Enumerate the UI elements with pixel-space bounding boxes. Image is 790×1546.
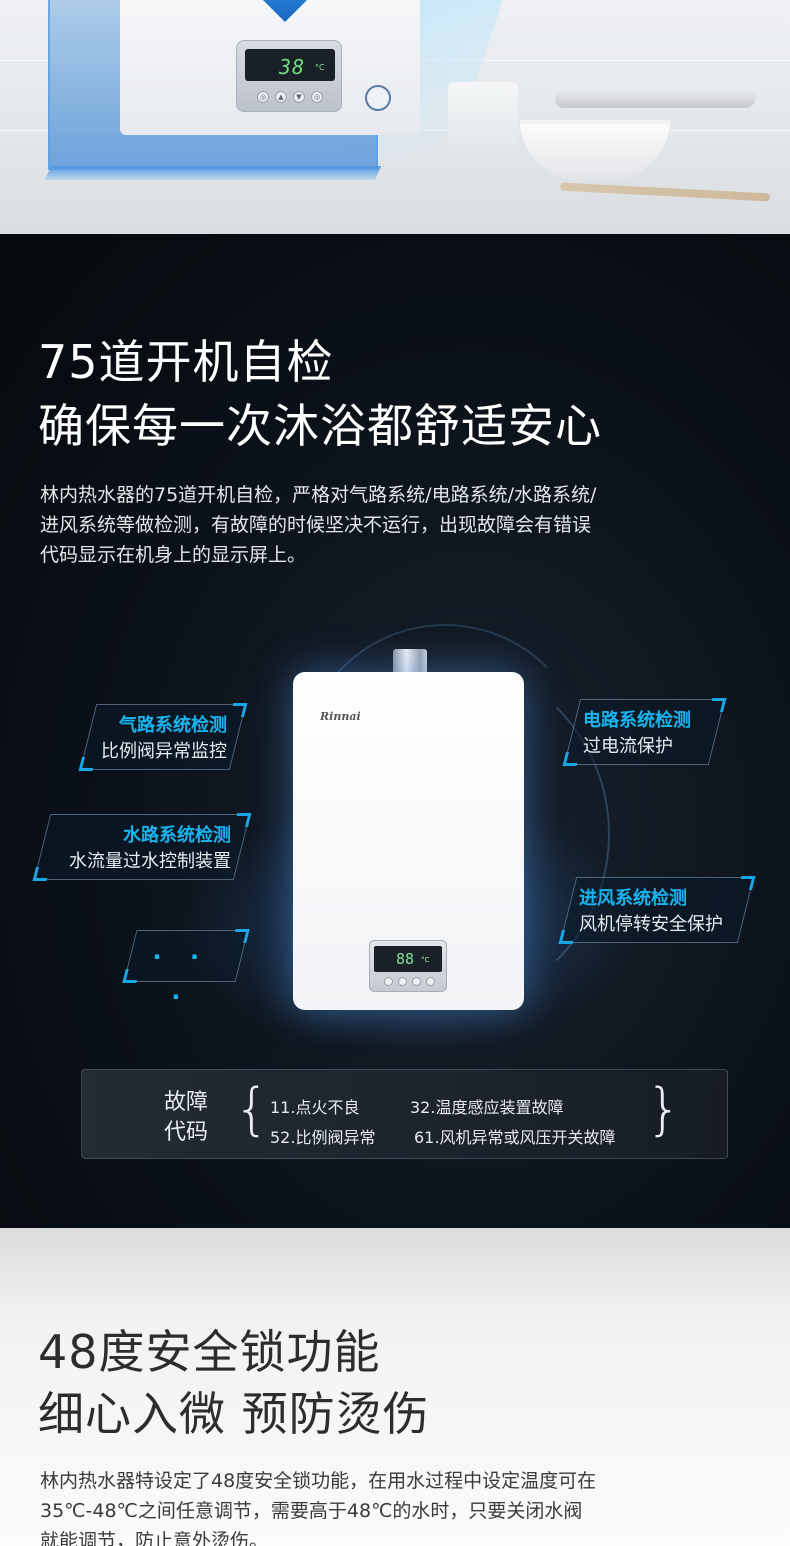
control-panel: 38 °C ◎ ▲ ▼ ◎ bbox=[236, 40, 342, 112]
panel-buttons: ◎ ▲ ▼ ◎ bbox=[257, 91, 323, 103]
description-line: 林内热水器特设定了48度安全锁功能，在用水过程中设定温度可在 bbox=[40, 1470, 597, 1492]
display-unit: °C bbox=[315, 63, 325, 72]
tag-subtitle: 风机停转安全保护 bbox=[579, 914, 723, 935]
fault-code-item: 11.点火不良 bbox=[270, 1098, 360, 1117]
section-title-line1: 75道开机自检 bbox=[38, 335, 334, 389]
bathroom-hero-section: 38 °C ◎ ▲ ▼ ◎ bbox=[0, 0, 790, 234]
basin-image bbox=[520, 120, 670, 180]
tag-title: 水路系统检测 bbox=[123, 825, 231, 846]
right-brace: } bbox=[646, 1077, 682, 1142]
display-temperature: 88 bbox=[396, 950, 415, 968]
panel-button: ◎ bbox=[257, 91, 269, 103]
certification-badge-icon bbox=[365, 85, 391, 111]
glass-box-base bbox=[44, 166, 382, 180]
panel-button-icon bbox=[384, 977, 393, 986]
fault-code-label: 故障 代码 bbox=[164, 1088, 220, 1148]
panel-buttons bbox=[384, 977, 435, 986]
protective-glass-box: 38 °C ◎ ▲ ▼ ◎ bbox=[44, 0, 420, 180]
water-heater-product: Rinnai 88 °C bbox=[293, 672, 524, 1010]
panel-button-icon bbox=[412, 977, 421, 986]
tag-title: 电路系统检测 bbox=[583, 710, 691, 731]
section-description: 林内热水器的75道开机自检，严格对气路系统/电路系统/水路系统/ 进风系统等做检… bbox=[40, 480, 740, 570]
towel-image bbox=[448, 82, 518, 168]
panel-button-icon bbox=[426, 977, 435, 986]
feature-tag-air: 进风系统检测 风机停转安全保护 bbox=[558, 876, 756, 944]
fault-code-bar: 故障 代码 { 11.点火不良 32.温度感应装置故障 52.比例阀异常 61.… bbox=[81, 1069, 728, 1159]
tag-subtitle: 比例阀异常监控 bbox=[101, 741, 227, 762]
fault-code-item: 52.比例阀异常 bbox=[270, 1128, 376, 1147]
description-line: 就能调节，防止意外烫伤。 bbox=[40, 1530, 269, 1546]
panel-button: ◎ bbox=[311, 91, 323, 103]
panel-button: ▲ bbox=[275, 91, 287, 103]
description-line: 35℃-48℃之间任意调节，需要高于48℃的水时，只要关闭水阀 bbox=[40, 1500, 583, 1522]
left-brace: { bbox=[234, 1077, 270, 1142]
safety-lock-section: 48度安全锁功能 细心入微 预防烫伤 林内热水器特设定了48度安全锁功能，在用水… bbox=[0, 1228, 790, 1546]
toothbrush-image bbox=[559, 182, 771, 202]
tag-title: 气路系统检测 bbox=[119, 715, 227, 736]
panel-button: ▼ bbox=[293, 91, 305, 103]
tag-subtitle: 过电流保护 bbox=[583, 736, 673, 757]
feature-tag-more: · · · bbox=[122, 929, 250, 1011]
section-title-line2: 细心入微 预防烫伤 bbox=[38, 1387, 430, 1441]
section-description: 林内热水器特设定了48度安全锁功能，在用水过程中设定温度可在 35℃-48℃之间… bbox=[40, 1466, 740, 1546]
feature-tag-electric: 电路系统检测 过电流保护 bbox=[562, 698, 727, 766]
more-dots: · · · bbox=[152, 943, 210, 1011]
display-unit: °C bbox=[421, 956, 430, 964]
shield-icon bbox=[255, 0, 315, 22]
panel-button-icon bbox=[398, 977, 407, 986]
faucet-image bbox=[555, 90, 755, 108]
fault-label-line2: 代码 bbox=[164, 1120, 209, 1145]
description-line: 林内热水器的75道开机自检，严格对气路系统/电路系统/水路系统/ bbox=[40, 484, 597, 506]
fault-code-item: 32.温度感应装置故障 bbox=[410, 1098, 564, 1117]
feature-tag-gas: 气路系统检测 比例阀异常监控 bbox=[78, 703, 248, 771]
description-line: 代码显示在机身上的显示屏上。 bbox=[40, 544, 307, 566]
fault-code-item: 61.风机异常或风压开关故障 bbox=[414, 1128, 616, 1147]
brand-logo: Rinnai bbox=[320, 710, 361, 723]
water-heater-body: 38 °C ◎ ▲ ▼ ◎ bbox=[120, 0, 420, 135]
description-line: 进风系统等做检测，有故障的时候坚决不运行，出现故障会有错误 bbox=[40, 514, 592, 536]
section-title-line2: 确保每一次沐浴都舒适安心 bbox=[38, 399, 602, 453]
display-screen: 38 °C bbox=[245, 49, 335, 81]
fault-label-line1: 故障 bbox=[164, 1090, 209, 1115]
tag-title: 进风系统检测 bbox=[579, 888, 687, 909]
feature-tag-water: 水路系统检测 水流量过水控制装置 bbox=[32, 813, 252, 881]
self-check-section: 75道开机自检 确保每一次沐浴都舒适安心 林内热水器的75道开机自检，严格对气路… bbox=[0, 234, 790, 1228]
display-temperature: 38 bbox=[279, 55, 306, 79]
section-title-line1: 48度安全锁功能 bbox=[38, 1325, 381, 1379]
control-panel: 88 °C bbox=[369, 940, 447, 992]
tag-subtitle: 水流量过水控制装置 bbox=[69, 851, 231, 872]
display-screen: 88 °C bbox=[374, 946, 442, 972]
